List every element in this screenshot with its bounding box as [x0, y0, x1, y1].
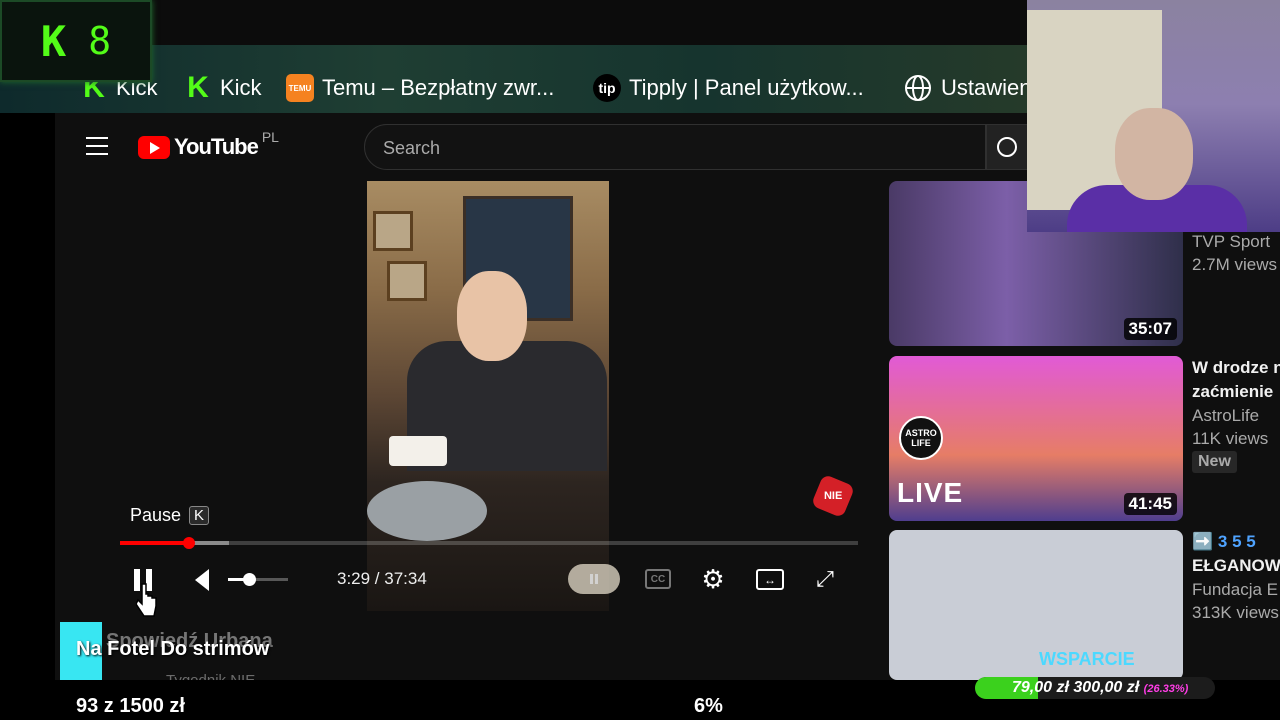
tip-goal-percent: (26.33%) — [1143, 683, 1189, 695]
pause-tooltip: Pause K — [122, 500, 217, 530]
settings-gear-icon[interactable]: ⚙ — [700, 564, 726, 594]
recommendation-views: 11K views — [1192, 429, 1269, 448]
bookmark-label: Temu – Bezpłatny zwr... — [322, 75, 555, 100]
ashtray — [367, 481, 487, 541]
globe-icon — [905, 75, 931, 101]
recommendation-title-line2[interactable]: zaćmienie — [1192, 382, 1273, 402]
recommendation-title-line2[interactable]: EŁGANOW — [1192, 556, 1280, 576]
search-input[interactable]: Search — [364, 124, 986, 170]
recommendation-channel[interactable]: AstroLife — [1192, 406, 1259, 426]
new-badge: New — [1192, 451, 1237, 473]
youtube-logo[interactable]: YouTube PL — [138, 129, 279, 160]
stream-alert-text: Na Fotel Do strimów — [76, 638, 270, 660]
kick-logo-icon: K — [40, 16, 67, 66]
bookmark-temu[interactable]: TEMU Temu – Bezpłatny zwr... — [286, 70, 554, 106]
thumbnail-text: WSPARCIE — [1039, 649, 1135, 669]
progress-bar[interactable] — [120, 537, 858, 549]
temu-icon: TEMU — [286, 74, 314, 102]
country-code: PL — [261, 129, 279, 145]
recommendation-thumbnail[interactable]: ASTRO LIFE LIVE 41:45 — [889, 356, 1183, 521]
volume-slider[interactable] — [228, 573, 288, 586]
fullscreen-icon[interactable]: ⤢ — [812, 566, 838, 592]
coffee-cup — [389, 436, 447, 466]
tip-goal-current: 79,00 zł — [1012, 679, 1069, 696]
recommendation-title[interactable]: ➡️ 3 5 5 — [1192, 532, 1256, 552]
kick-overlay-number: 8 — [88, 19, 112, 63]
bookmark-settings[interactable]: Ustawien — [903, 70, 1031, 106]
recommendation-title[interactable]: W drodze n — [1192, 358, 1280, 378]
video-frame[interactable] — [367, 181, 609, 611]
hamburger-menu-icon[interactable] — [86, 137, 108, 157]
time-display: 3:29 / 37:34 — [337, 569, 427, 588]
bookmark-label: Kick — [220, 75, 262, 100]
goal-count-text: 93 z 1500 zł — [76, 695, 185, 717]
wall-picture — [373, 211, 413, 251]
bookmark-kick-2[interactable]: K Kick — [184, 70, 262, 106]
kick-overlay-badge: K 8 — [0, 0, 152, 82]
youtube-play-icon — [138, 135, 170, 159]
tipply-icon: tip — [593, 74, 621, 102]
astrolife-logo: ASTRO LIFE — [899, 416, 943, 460]
subtitles-cc-icon[interactable]: CC — [645, 569, 671, 589]
recommendation-views: 2.7M views — [1192, 255, 1278, 274]
youtube-wordmark: YouTube — [174, 134, 259, 159]
tip-goal-bar: 79,00 zł 300,00 zł (26.33%) — [975, 677, 1215, 699]
volume-icon[interactable] — [188, 566, 216, 594]
recommendation-views: 313K views — [1192, 603, 1279, 622]
video-duration: 41:45 — [1123, 493, 1177, 515]
bookmark-label: Ustawien — [941, 75, 1032, 100]
miniplayer-pause-icon[interactable] — [568, 564, 620, 594]
bookmark-tipply[interactable]: tip Tipply | Panel użytkow... — [593, 70, 864, 106]
theater-mode-icon[interactable]: ↔ — [756, 569, 784, 590]
bookmark-label: Tipply | Panel użytkow... — [629, 75, 864, 100]
video-speaker — [407, 271, 607, 471]
mouse-pointer-icon — [136, 583, 157, 617]
goal-percent-text: 6% — [694, 695, 723, 717]
video-duration: 35:07 — [1123, 318, 1177, 340]
recommendation-channel[interactable]: Fundacja E — [1192, 580, 1278, 600]
streamer-webcam — [1027, 0, 1280, 232]
kick-icon: K — [187, 71, 209, 104]
tip-goal-target: 300,00 zł — [1073, 679, 1140, 696]
recommendation-thumbnail[interactable]: WSPARCIE — [889, 530, 1183, 680]
live-label: LIVE — [897, 477, 964, 508]
tooltip-shortcut-key: K — [189, 505, 210, 525]
tooltip-label: Pause — [130, 504, 182, 525]
recommendation-channel[interactable]: TVP Sport — [1192, 232, 1270, 252]
